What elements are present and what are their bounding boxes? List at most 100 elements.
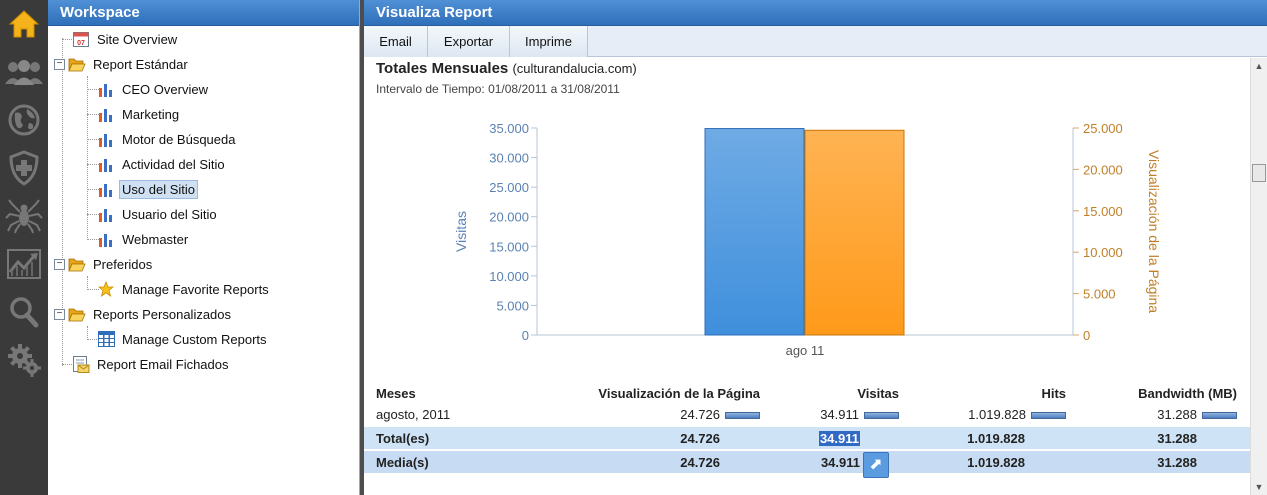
tree-item-marketing[interactable]: Marketing [97,103,182,125]
bar-pageviews [804,129,905,336]
users-icon[interactable] [0,48,48,96]
left-tick-label: 0 [522,328,529,343]
tree-item-label: Reports Personalizados [93,306,232,322]
tree-item-report-email-fichados[interactable]: Report Email Fichados [72,353,232,375]
total-hits: 1.019.828 [967,431,1025,446]
row-visitas: 34.911 [820,403,899,426]
shield-plus-icon[interactable] [0,144,48,192]
right-tick-label: 15.000 [1083,204,1123,219]
bar-chart-icon [97,206,115,222]
right-tick-label: 25.000 [1083,121,1123,136]
left-tick-label: 25.000 [489,180,529,195]
left-tick-label: 20.000 [489,210,529,225]
imprime-button[interactable]: Imprime [510,26,588,57]
tree-item-ceo-overview[interactable]: CEO Overview [97,78,211,100]
tree-item-label: Webmaster [122,231,189,247]
row-hits: 1.019.828 [968,403,1066,426]
bar-chart-icon [97,81,115,97]
popout-icon[interactable]: ⬈ [863,452,889,478]
row-pageviews: 24.726 [680,403,760,426]
globe-icon[interactable] [0,96,48,144]
row-bandwidth: 31.288 [1157,403,1237,426]
tree-item-webmaster[interactable]: Webmaster [97,228,191,250]
search-icon[interactable] [0,288,48,336]
total-visitas: 34.911 [818,427,860,450]
tree-item-label: Manage Favorite Reports [122,281,269,297]
right-tick-label: 10.000 [1083,245,1123,260]
pageviews-value: 24.726 [680,407,720,422]
left-tick-label: 10.000 [489,269,529,284]
media-label: Media(s) [376,455,429,470]
interval-label: Intervalo de Tiempo: [376,82,485,96]
folder-open-icon [68,56,86,72]
tree-item-reports-personalizados[interactable]: − Reports Personalizados [54,303,234,325]
table-media-row: Media(s) 24.726 34.911 1.019.828 31.288 [364,450,1250,473]
tree-item-manage-custom-reports[interactable]: Manage Custom Reports [97,328,270,350]
col-header-bandwidth: Bandwidth (MB) [1138,386,1237,401]
tree-item-actividad-del-sitio[interactable]: Actividad del Sitio [97,153,228,175]
report-interval: Intervalo de Tiempo: 01/08/2011 a 31/08/… [376,82,620,96]
tree-item-label: Report Email Fichados [97,356,229,372]
col-header-visitas: Visitas [857,386,899,401]
total-label: Total(es) [376,431,430,446]
report-content: Totales Mensuales (culturandalucia.com) … [364,58,1250,495]
scroll-thumb[interactable] [1252,164,1266,182]
tree-item-label: Actividad del Sitio [122,156,225,172]
tree-item-label: Motor de Búsqueda [122,131,236,147]
right-tick-label: 20.000 [1083,162,1123,177]
tree-item-report-estandar[interactable]: − Report Estándar [54,53,191,75]
tree-item-label: Manage Custom Reports [122,331,267,347]
tree-item-site-overview[interactable]: 07 Site Overview [72,28,180,50]
total-pageviews: 24.726 [680,431,720,446]
gears-icon[interactable] [0,336,48,384]
email-button[interactable]: Email [364,26,428,57]
report-panel: Visualiza Report Email Exportar Imprime … [364,0,1267,495]
bar-chart-icon [97,156,115,172]
tree-item-usuario-del-sitio[interactable]: Usuario del Sitio [97,203,220,225]
tree-item-label: Preferidos [93,256,153,272]
left-tick-label: 30.000 [489,151,529,166]
report-title-text: Totales Mensuales [376,60,509,77]
total-visits-selected[interactable]: 34.911 [818,431,860,446]
bandwidth-value: 31.288 [1157,407,1197,422]
scroll-up-arrow[interactable]: ▲ [1251,58,1267,74]
row-label: agosto, 2011 [376,407,451,422]
tree-item-label: Report Estándar [93,56,188,72]
report-toolbar: Email Exportar Imprime [364,26,1267,57]
tree-item-manage-favorite-reports[interactable]: Manage Favorite Reports [97,278,272,300]
icon-rail [0,0,48,495]
tree-item-preferidos[interactable]: − Preferidos [54,253,155,275]
tree-item-label: Marketing [122,106,180,122]
tree-item-label: Site Overview [97,31,178,47]
home-icon[interactable] [0,0,48,48]
report-chart: 0 5.000 10.000 15.000 20.000 25.000 30.000 35.0… [453,121,1162,358]
tree-item-label: Usuario del Sitio [122,206,217,222]
bar-chart-icon [97,231,115,247]
tree-item-label: Uso del Sitio [119,179,198,199]
workspace-header: Workspace [48,0,359,26]
table-header-row: Meses Visualización de la Página Visitas… [364,382,1250,405]
bar-chart-icon [97,131,115,147]
hits-bar [1031,412,1066,420]
trend-chart-icon[interactable] [0,240,48,288]
col-header-meses: Meses [376,386,416,401]
right-tick-label: 0 [1083,328,1090,343]
tree-item-motor-de-busqueda[interactable]: Motor de Búsqueda [97,128,238,150]
collapse-toggle[interactable]: − [54,258,65,270]
collapse-toggle[interactable]: − [54,308,65,320]
col-header-hits: Hits [1041,386,1066,401]
left-axis-title: Visitas [453,211,469,252]
bar-visitas [704,128,805,336]
right-axis-title: Visualización de la Página [1146,150,1162,313]
table-row: agosto, 2011 24.726 34.911 1.019.828 31.… [364,403,1250,426]
vertical-scrollbar[interactable]: ▲ ▼ [1250,58,1267,495]
tree-item-uso-del-sitio[interactable]: Uso del Sitio [97,178,198,200]
exportar-button[interactable]: Exportar [428,26,510,57]
scroll-down-arrow[interactable]: ▼ [1251,479,1267,495]
spider-icon[interactable] [0,192,48,240]
collapse-toggle[interactable]: − [54,58,65,70]
visits-bar [864,412,899,420]
media-bandwidth: 31.288 [1157,455,1197,470]
star-icon [97,281,115,297]
bar-chart-icon [97,106,115,122]
